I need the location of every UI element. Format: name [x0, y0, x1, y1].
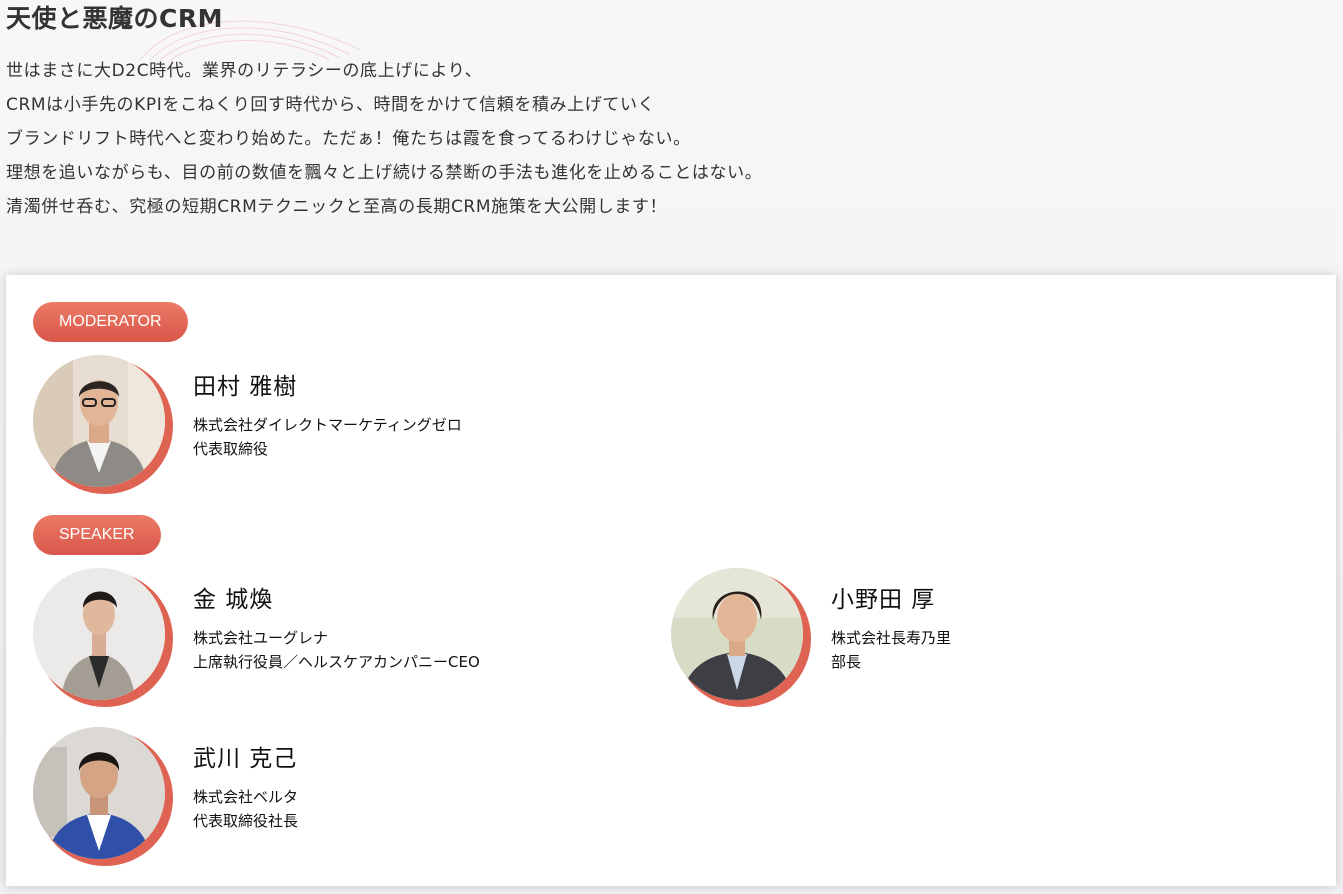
lead-line: ブランドリフト時代へと変わり始めた。ただぁ！俺たちは霞を食ってるわけじゃない。 [6, 129, 691, 149]
person-company: 株式会社ベルタ [193, 788, 299, 806]
person-name: 金 城煥 [193, 587, 274, 613]
person-name: 武川 克己 [193, 746, 298, 772]
person-company: 株式会社長寿乃里 [831, 629, 952, 647]
lead-line: CRMは小手先のKPIをこねくり回す時代から、時間をかけて信頼を積み上げていく [6, 95, 656, 115]
avatar [33, 568, 173, 707]
moderator-profile: 田村 雅樹 株式会社ダイレクトマーケティングゼロ 代表取締役 [33, 355, 633, 495]
profile-info: 武川 克己 株式会社ベルタ 代表取締役社長 [193, 743, 613, 833]
lead-line: 世はまさに大D2C時代。業界のリテラシーの底上げにより、 [6, 61, 483, 81]
session-intro: 天使と悪魔のCRM 世はまさに大D2C時代。業界のリテラシーの底上げにより、 C… [6, 0, 1006, 224]
session-lead: 世はまさに大D2C時代。業界のリテラシーの底上げにより、 CRMは小手先のKPI… [6, 54, 1006, 224]
person-title: 部長 [831, 653, 862, 671]
speaker-profile: 小野田 厚 株式会社長寿乃里 部長 [671, 568, 1271, 708]
lead-line: 理想を追いながらも、目の前の数値を飄々と上げ続ける禁断の手法も進化を止めることは… [6, 163, 763, 183]
avatar [671, 568, 811, 707]
profile-info: 田村 雅樹 株式会社ダイレクトマーケティングゼロ 代表取締役 [193, 371, 613, 461]
person-title: 上席執行役員／ヘルスケアカンパニーCEO [193, 653, 480, 671]
person-title: 代表取締役社長 [193, 812, 299, 830]
avatar [33, 355, 173, 494]
person-company: 株式会社ユーグレナ [193, 629, 329, 647]
speaker-profile: 武川 克己 株式会社ベルタ 代表取締役社長 [33, 727, 633, 867]
person-name: 小野田 厚 [831, 587, 936, 613]
speakers-card: MODERATOR 田村 雅樹 株式会社ダイレクトマーケティングゼロ 代表取締役… [6, 275, 1336, 886]
lead-line: 清濁併せ呑む、究極の短期CRMテクニックと至高の長期CRM施策を大公開します！ [6, 197, 668, 217]
person-company: 株式会社ダイレクトマーケティングゼロ [193, 416, 462, 434]
speaker-profile: 金 城煥 株式会社ユーグレナ 上席執行役員／ヘルスケアカンパニーCEO [33, 568, 633, 708]
person-title: 代表取締役 [193, 440, 269, 458]
speaker-badge: SPEAKER [33, 515, 161, 555]
person-name: 田村 雅樹 [193, 374, 298, 400]
session-title: 天使と悪魔のCRM [6, 4, 223, 33]
profile-info: 金 城煥 株式会社ユーグレナ 上席執行役員／ヘルスケアカンパニーCEO [193, 584, 613, 674]
profile-info: 小野田 厚 株式会社長寿乃里 部長 [831, 584, 1251, 674]
avatar [33, 727, 173, 866]
moderator-badge: MODERATOR [33, 302, 188, 342]
